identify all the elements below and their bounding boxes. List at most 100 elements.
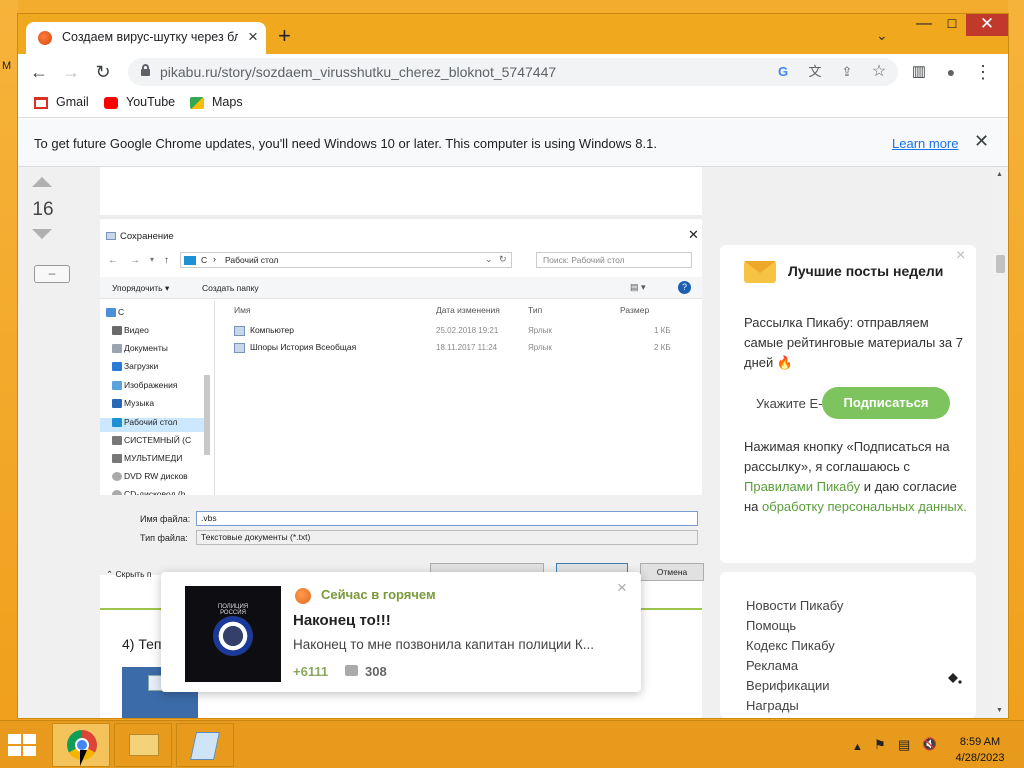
dialog-back-icon: ← (108, 255, 118, 266)
music-folder-icon (112, 399, 122, 408)
google-lens-icon[interactable]: G (774, 63, 792, 81)
flag-icon[interactable]: ⚑ (874, 737, 886, 753)
step-heading: 4) Теп (122, 636, 162, 652)
paint-bucket-icon[interactable] (946, 670, 962, 690)
chrome-window: Создаем вирус-шутку через блокнот × + ⌄ … (18, 14, 1008, 718)
file-size: 2 КБ (654, 343, 671, 352)
dialog-forward-icon: → (130, 255, 140, 266)
mouse-cursor-icon (80, 750, 87, 766)
scrollbar-thumb[interactable] (996, 255, 1005, 273)
newsletter-close-icon[interactable]: × (956, 247, 965, 265)
bookmark-youtube[interactable]: YouTube (126, 95, 175, 109)
tab-search-icon[interactable]: ⌄ (876, 27, 888, 44)
forward-button[interactable]: → (60, 61, 82, 83)
hot-post-comments: 308 (365, 664, 387, 679)
rules-link[interactable]: Правилами Пикабу (744, 479, 860, 494)
bookmark-maps[interactable]: Maps (212, 95, 243, 109)
url-text[interactable]: pikabu.ru/story/sozdaem_virusshutku_cher… (160, 64, 556, 80)
computer-icon (106, 308, 116, 317)
new-tab-button[interactable]: + (278, 24, 298, 48)
share-icon[interactable]: ⇪ (838, 63, 856, 81)
tab-active[interactable]: Создаем вирус-шутку через блокнот × (26, 22, 266, 54)
file-name: Шпоры История Всеобщая (250, 342, 357, 352)
bookmark-star-icon[interactable]: ☆ (870, 63, 888, 81)
nav-item: МУЛЬТИМЕДИ (124, 453, 183, 463)
minimize-button[interactable]: — (910, 14, 938, 36)
back-button[interactable]: ← (28, 61, 50, 83)
taskbar-notepad[interactable] (176, 723, 234, 767)
scroll-up-icon[interactable]: ▲ (996, 171, 1003, 178)
lock-icon[interactable] (140, 64, 150, 76)
chrome-menu-icon[interactable]: ⋮ (972, 61, 994, 83)
subscribe-button[interactable]: Подписаться (822, 387, 950, 419)
drive-icon (112, 436, 122, 445)
hide-folders-label: Скрыть п (115, 569, 152, 579)
email-input[interactable]: Укажите E-mail (744, 389, 824, 419)
dialog-recent-icon: ▾ (150, 255, 155, 264)
shortcut-icon (234, 326, 245, 336)
link-ads[interactable]: Реклама (746, 658, 798, 673)
nav-item: Изображения (124, 380, 178, 390)
collapse-post-button[interactable]: – (34, 265, 70, 283)
pikabu-favicon-icon (38, 31, 52, 45)
cancel-button: Отмена (640, 563, 704, 581)
bookmark-gmail[interactable]: Gmail (56, 95, 89, 109)
dvd-icon (112, 472, 122, 481)
vote-down-icon[interactable] (32, 229, 52, 239)
dialog-command-bar: Упорядочить ▾ Создать папку ▤ ▾ ? (100, 277, 702, 299)
post-thumbnail[interactable]: ПОЛИЦИЯ РОССИЯ (185, 586, 281, 682)
dialog-title: Сохранение (120, 231, 174, 242)
col-header-size: Размер (620, 305, 650, 315)
translate-icon[interactable]: 文 (806, 63, 824, 81)
maps-icon (190, 97, 204, 109)
maximize-button[interactable]: ☐ (938, 14, 966, 36)
scroll-down-icon[interactable]: ▼ (996, 707, 1003, 714)
hot-post-title[interactable]: Наконец то!!! (293, 612, 391, 629)
link-awards[interactable]: Награды (746, 698, 799, 713)
clock[interactable]: 8:59 AM 4/28/2023 (950, 734, 1010, 766)
side-panel-icon[interactable]: ▥ (908, 61, 930, 83)
hot-section-label: Сейчас в горячем (321, 587, 436, 602)
nav-item: СИСТЕМНЫЙ (C (124, 435, 192, 445)
network-icon[interactable]: ▤ (898, 737, 910, 753)
file-thumbnail-icon (148, 675, 162, 691)
link-code[interactable]: Кодекс Пикабу (746, 638, 835, 653)
newsletter-card: × Лучшие посты недели Рассылка Пикабу: о… (720, 245, 976, 563)
help-icon: ? (678, 281, 691, 294)
vote-up-icon[interactable] (32, 177, 52, 187)
view-options-icon: ▤ ▾ (630, 282, 646, 292)
up-arrow-icon[interactable]: ▲ (852, 741, 863, 753)
link-pikabu-news[interactable]: Новости Пикабу (746, 598, 843, 613)
speaker-muted-icon[interactable]: 🔇 (922, 737, 937, 751)
personal-data-link[interactable]: обработку персональных данных. (762, 499, 967, 514)
tab-close-icon[interactable]: × (244, 27, 262, 47)
hot-post-popup[interactable]: ПОЛИЦИЯ РОССИЯ Сейчас в горячем Наконец … (161, 572, 641, 692)
path-refresh-icon: ↻ (499, 254, 507, 264)
newsletter-legal: Нажимая кнопку «Подписаться на рассылку»… (744, 437, 970, 517)
link-help[interactable]: Помощь (746, 618, 796, 633)
taskbar-explorer[interactable] (114, 723, 172, 767)
learn-more-link[interactable]: Learn more (892, 136, 958, 151)
newsletter-title: Лучшие посты недели (788, 263, 944, 279)
popup-close-icon[interactable]: × (617, 578, 627, 598)
organize-menu: Упорядочить ▾ (112, 283, 170, 293)
file-explorer-icon (129, 734, 159, 756)
link-verification[interactable]: Верификации (746, 678, 830, 693)
nav-pane-scrollbar (204, 375, 210, 455)
reload-button[interactable]: ↻ (92, 61, 114, 83)
window-close-button[interactable]: ✕ (966, 14, 1008, 36)
dialog-path-bar: С › Рабочий стол ⌄ ↻ (180, 252, 512, 268)
police-badge-icon (213, 616, 253, 656)
col-header-date: Дата изменения (436, 305, 500, 315)
page-scrollbar[interactable]: ▲ ▼ (992, 167, 1008, 718)
address-bar[interactable]: pikabu.ru/story/sozdaem_virusshutku_cher… (128, 58, 898, 86)
save-dialog-screenshot: Сохранение ✕ ← → ▾ ↑ С › Рабочий стол ⌄ … (100, 225, 704, 593)
col-header-name: Имя (234, 305, 251, 315)
windows-start-icon[interactable] (8, 734, 38, 758)
nav-item: DVD RW дисков (124, 471, 188, 481)
profile-avatar-icon[interactable]: ● (940, 61, 962, 83)
infobar-close-icon[interactable]: ✕ (974, 131, 989, 152)
col-header-type: Тип (528, 305, 543, 315)
image-separator (100, 215, 702, 219)
filename-label: Имя файла: (140, 514, 191, 524)
